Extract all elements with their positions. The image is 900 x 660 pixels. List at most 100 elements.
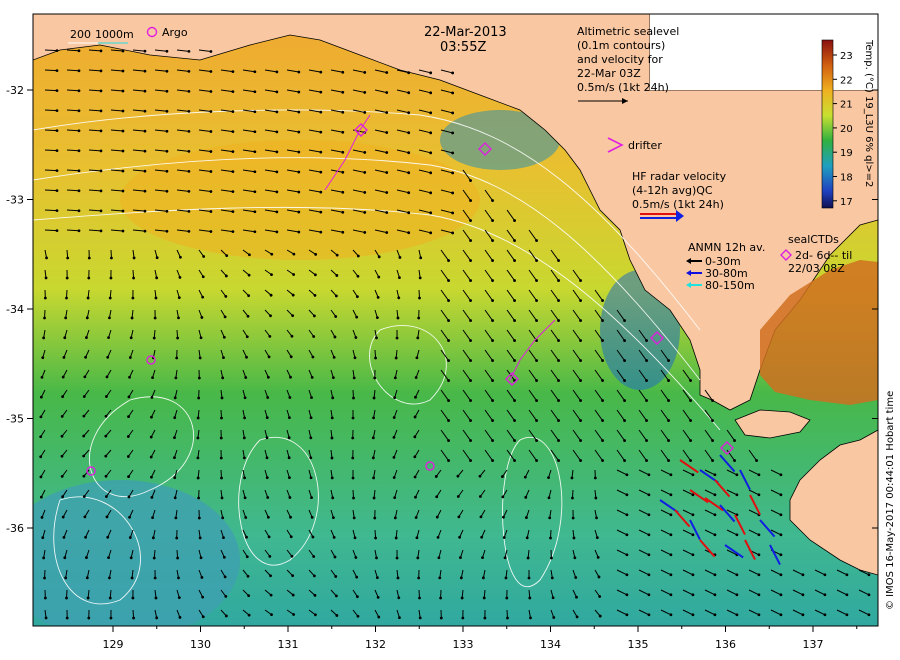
velocity-vector-head xyxy=(243,476,247,480)
velocity-vector-head xyxy=(65,596,68,600)
velocity-vector-head xyxy=(504,576,508,580)
x-tick-label: 136 xyxy=(715,638,736,651)
velocity-vector-head xyxy=(713,573,717,577)
velocity-vector-head xyxy=(571,516,575,520)
velocity-vector-head xyxy=(469,239,472,242)
velocity-vector-head xyxy=(174,516,178,520)
velocity-vector-head xyxy=(143,109,147,113)
velocity-vector-head xyxy=(104,454,108,458)
velocity-vector-head xyxy=(154,296,158,300)
velocity-vector-head xyxy=(132,256,136,260)
velocity-vector-head xyxy=(355,575,359,579)
velocity-vector-head xyxy=(779,593,783,597)
velocity-vector-head xyxy=(220,496,224,500)
velocity-vector-head xyxy=(413,455,417,459)
velocity-vector-head xyxy=(127,495,131,499)
velocity-vector-head xyxy=(535,279,538,282)
velocity-vector-head xyxy=(319,230,323,234)
velocity-vector-head xyxy=(152,336,156,340)
velocity-vector-head xyxy=(447,259,450,262)
velocity-vector-head xyxy=(355,315,359,319)
velocity-vector-head xyxy=(253,130,257,134)
velocity-vector-head xyxy=(689,439,692,442)
velocity-vector-head xyxy=(491,359,494,362)
velocity-vector-head xyxy=(779,473,783,477)
velocity-vector-head xyxy=(371,456,375,460)
velocity-vector-head xyxy=(438,576,442,580)
velocity-vector-head xyxy=(480,535,484,539)
velocity-vector-head xyxy=(86,296,90,300)
velocity-vector-head xyxy=(550,556,553,560)
velocity-vector-head xyxy=(451,91,455,95)
velocity-vector-head xyxy=(623,399,626,402)
velocity-vector-head xyxy=(84,535,88,539)
velocity-vector-head xyxy=(175,356,179,360)
altimetry-line1: Altimetric sealevel xyxy=(577,25,679,38)
velocity-vector-head xyxy=(483,616,487,620)
velocity-vector-head xyxy=(557,439,560,442)
velocity-vector-head xyxy=(42,556,46,560)
velocity-vector-head xyxy=(363,211,367,214)
velocity-vector-head xyxy=(43,296,47,300)
velocity-vector xyxy=(44,69,58,72)
velocity-vector-head xyxy=(669,553,673,557)
altimetry-line2: (0.1m contours) xyxy=(577,39,665,52)
colorbar-label: Temp. (°C) 19_L3U 6% ql>=2 xyxy=(863,39,874,187)
velocity-vector-head xyxy=(647,573,651,577)
velocity-vector-head xyxy=(335,253,339,257)
velocity-vector-head xyxy=(597,575,601,579)
velocity-vector-head xyxy=(407,191,411,195)
velocity-vector-head xyxy=(623,379,626,382)
velocity-vector-head xyxy=(270,252,274,256)
velocity-vector-head xyxy=(108,576,111,580)
velocity-vector-head xyxy=(469,319,472,322)
velocity-vector-head xyxy=(121,189,125,193)
velocity-vector-head xyxy=(372,476,375,480)
velocity-vector-head xyxy=(245,355,248,359)
velocity-vector-head xyxy=(106,535,110,539)
velocity-vector-head xyxy=(121,69,125,73)
y-tick-label: -32 xyxy=(6,84,24,97)
velocity-vector-head xyxy=(231,170,235,174)
velocity-vector-head xyxy=(458,535,462,539)
velocity-vector-head xyxy=(99,69,103,73)
velocity-vector-head xyxy=(757,613,761,617)
velocity-vector-head xyxy=(221,516,225,520)
velocity-vector-head xyxy=(297,210,301,214)
velocity-vector-head xyxy=(99,129,103,133)
velocity-vector xyxy=(44,149,58,152)
velocity-vector-head xyxy=(436,536,440,539)
velocity-vector-head xyxy=(108,316,111,320)
velocity-vector-head xyxy=(513,399,516,402)
velocity-vector-head xyxy=(667,399,670,402)
velocity-vector-head xyxy=(469,419,472,422)
velocity-vector-head xyxy=(375,336,378,340)
sealctd-title: sealCTDs xyxy=(788,233,839,246)
velocity-vector-head xyxy=(372,396,376,400)
velocity-vector-head xyxy=(253,90,257,94)
velocity-vector-head xyxy=(82,434,86,438)
velocity-vector-head xyxy=(128,356,132,359)
velocity-vector-head xyxy=(341,110,345,114)
velocity-vector-head xyxy=(513,439,516,442)
velocity-vector-head xyxy=(149,435,153,439)
velocity-vector-head xyxy=(127,415,130,419)
velocity-vector-head xyxy=(266,496,270,499)
velocity-vector-head xyxy=(187,109,191,113)
velocity-vector-head xyxy=(356,254,360,258)
velocity-vector-head xyxy=(330,456,334,460)
velocity-vector-head xyxy=(55,169,59,172)
velocity-vector-head xyxy=(178,276,182,279)
velocity-vector-head xyxy=(447,299,450,302)
velocity-vector-head xyxy=(429,211,433,215)
velocity-vector-head xyxy=(667,359,670,362)
velocity-vector-head xyxy=(62,355,66,359)
velocity-vector-head xyxy=(513,419,516,422)
velocity-vector-head xyxy=(735,473,739,477)
velocity-vector-head xyxy=(375,576,379,580)
velocity-vector-head xyxy=(224,594,228,598)
velocity-vector-head xyxy=(64,316,68,320)
velocity-vector-head xyxy=(312,314,316,318)
altimetry-line5: 0.5m/s (1kt 24h) xyxy=(577,81,669,94)
velocity-vector-head xyxy=(779,553,783,557)
